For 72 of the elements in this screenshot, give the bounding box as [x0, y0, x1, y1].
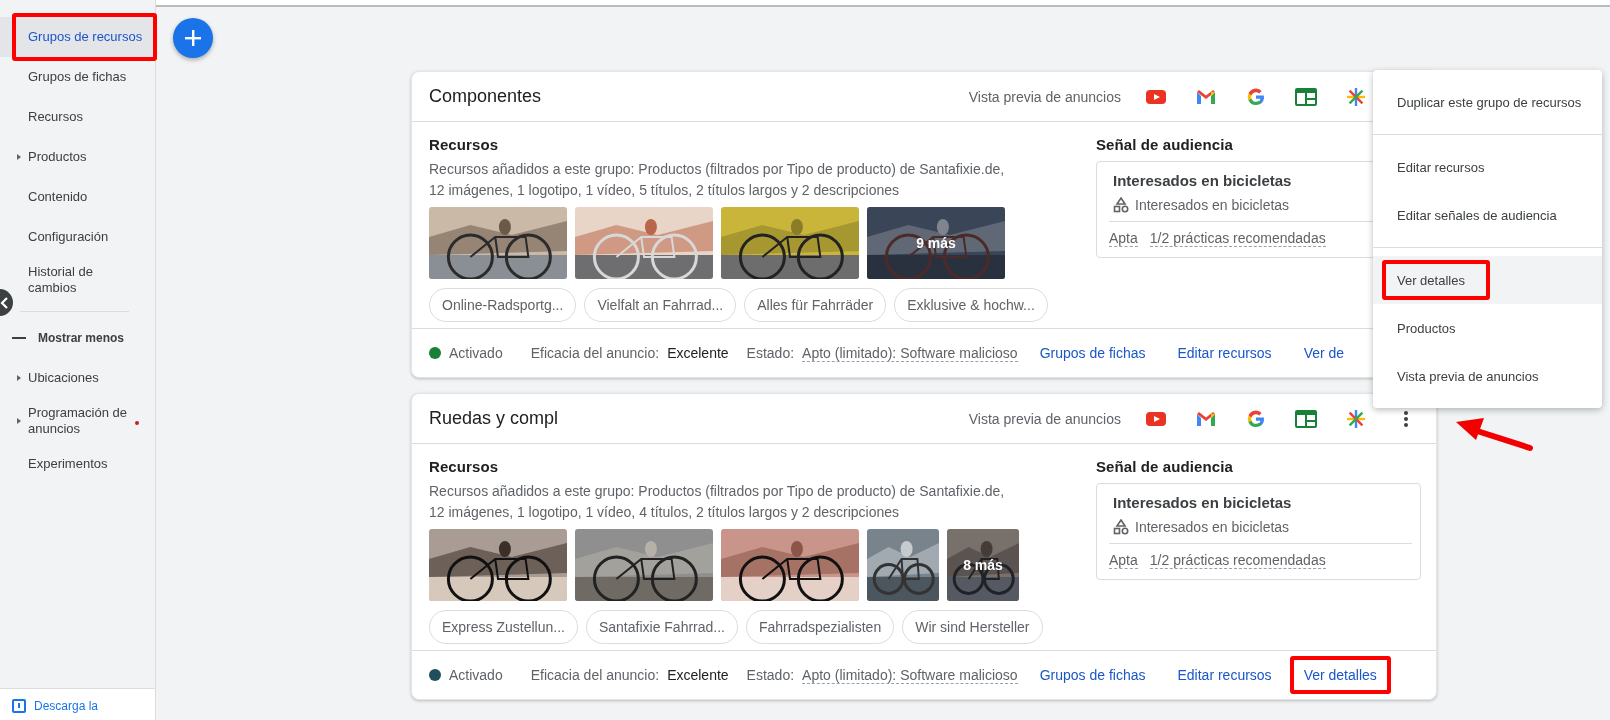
eligibility-status: Apta — [1109, 230, 1138, 247]
mail-icon — [1196, 89, 1216, 104]
resources-description: Recursos añadidos a este grupo: Productos (filtrados por Tipo de producto) de Santafixie.de, 12 imágenes, 1 logotipo, 1 vídeo, 5 títulos, 2 títulos largos y 2 descripciones — [429, 160, 1006, 200]
efficiency-value: Excelente — [667, 345, 729, 361]
add-button[interactable] — [173, 18, 213, 58]
layout-icon — [1295, 87, 1317, 106]
resources-description: Recursos añadidos a este grupo: Productos (filtrados por Tipo de producto) de Santafixie.de, 12 imágenes, 1 logotipo, 1 vídeo, 4 títulos, 2 títulos largos y 2 descripciones — [429, 482, 1006, 522]
g-logo-icon — [1246, 86, 1266, 107]
menu-item[interactable]: Vista previa de anuncios — [1373, 352, 1602, 400]
sidebar-item[interactable]: Historial de cambios — [0, 257, 155, 303]
eligibility-status: Apta — [1109, 552, 1138, 569]
more-count[interactable]: 9 más — [916, 235, 956, 251]
best-practices: 1/2 prácticas recomendadas — [1149, 230, 1326, 247]
footer-link[interactable]: Grupos de fichas — [1029, 337, 1156, 369]
phone-icon — [12, 699, 26, 713]
caret-icon — [16, 153, 22, 161]
efficiency-label: Eficacia del anuncio: — [530, 667, 660, 683]
audience-segment-label: Interesados en bicicletas — [1135, 197, 1290, 213]
asterisk-icon — [1346, 86, 1366, 107]
shapes-icon — [1113, 197, 1129, 213]
video-play-icon — [1146, 89, 1166, 104]
footer-link[interactable]: Grupos de fichas — [1029, 659, 1156, 691]
show-less-toggle[interactable]: Mostrar menos — [0, 318, 155, 358]
shapes-icon — [1113, 519, 1129, 535]
sidebar-item[interactable]: Ubicaciones — [0, 358, 155, 398]
sidebar-item[interactable]: Configuración — [0, 217, 155, 257]
state-value: Apto (limitado): Software malicioso — [802, 344, 1018, 362]
download-app-link[interactable]: Descarga la — [34, 699, 99, 713]
efficiency-value: Excelente — [667, 667, 729, 683]
g-logo-icon — [1246, 408, 1266, 429]
preview-label: Vista previa de anuncios — [968, 88, 1121, 105]
sidebar-item[interactable]: Grupos de fichas — [0, 57, 155, 97]
caret-icon — [16, 374, 22, 382]
audience-segment-label: Interesados en bicicletas — [1135, 519, 1290, 535]
audience-title: Interesados en bicicletas — [1113, 172, 1293, 189]
caret-icon — [16, 417, 22, 425]
status-label: Activado — [449, 667, 503, 683]
section-heading: Señal de audiencia — [1096, 458, 1234, 475]
status-label: Activado — [449, 345, 503, 361]
more-icon — [1404, 410, 1408, 427]
efficiency-label: Eficacia del anuncio: — [530, 345, 660, 361]
state-label: Estado: — [746, 345, 795, 361]
section-heading: Recursos — [429, 136, 500, 153]
video-play-icon — [1146, 411, 1166, 426]
footer-link[interactable]: Ver de — [1293, 337, 1355, 369]
footer-link[interactable]: Ver detalles — [1293, 659, 1387, 691]
menu-item[interactable]: Duplicar este grupo de recursos — [1373, 78, 1602, 126]
chevron-left-icon — [0, 296, 10, 309]
sidebar-item[interactable]: Recursos — [0, 97, 155, 137]
sidebar-item[interactable]: Experimentos — [0, 444, 155, 484]
menu-item[interactable]: Editar señales de audiencia — [1373, 191, 1602, 239]
preview-label: Vista previa de anuncios — [968, 410, 1121, 427]
state-label: Estado: — [746, 667, 795, 683]
layout-icon — [1295, 409, 1317, 428]
audience-title: Interesados en bicicletas — [1113, 494, 1293, 511]
state-value: Apto (limitado): Software malicioso — [802, 666, 1018, 684]
footer-link[interactable]: Editar recursos — [1167, 659, 1282, 691]
asterisk-icon — [1346, 408, 1366, 429]
sidebar-item[interactable]: Contenido — [0, 177, 155, 217]
section-heading: Recursos — [429, 458, 500, 475]
card-title: Componentes — [429, 86, 543, 107]
menu-item[interactable]: Productos — [1373, 304, 1602, 352]
plus-icon — [184, 29, 202, 47]
best-practices: 1/2 prácticas recomendadas — [1149, 552, 1326, 569]
section-heading: Señal de audiencia — [1096, 136, 1234, 153]
sidebar-item[interactable]: Programación de anuncios — [0, 398, 155, 444]
menu-item[interactable]: Editar recursos — [1373, 143, 1602, 191]
mail-icon — [1196, 411, 1216, 426]
card-title: Ruedas y compl — [429, 408, 560, 429]
footer-link[interactable]: Editar recursos — [1167, 337, 1282, 369]
sidebar-item[interactable]: Productos — [0, 137, 155, 177]
menu-item[interactable]: Ver detalles — [1373, 256, 1602, 304]
